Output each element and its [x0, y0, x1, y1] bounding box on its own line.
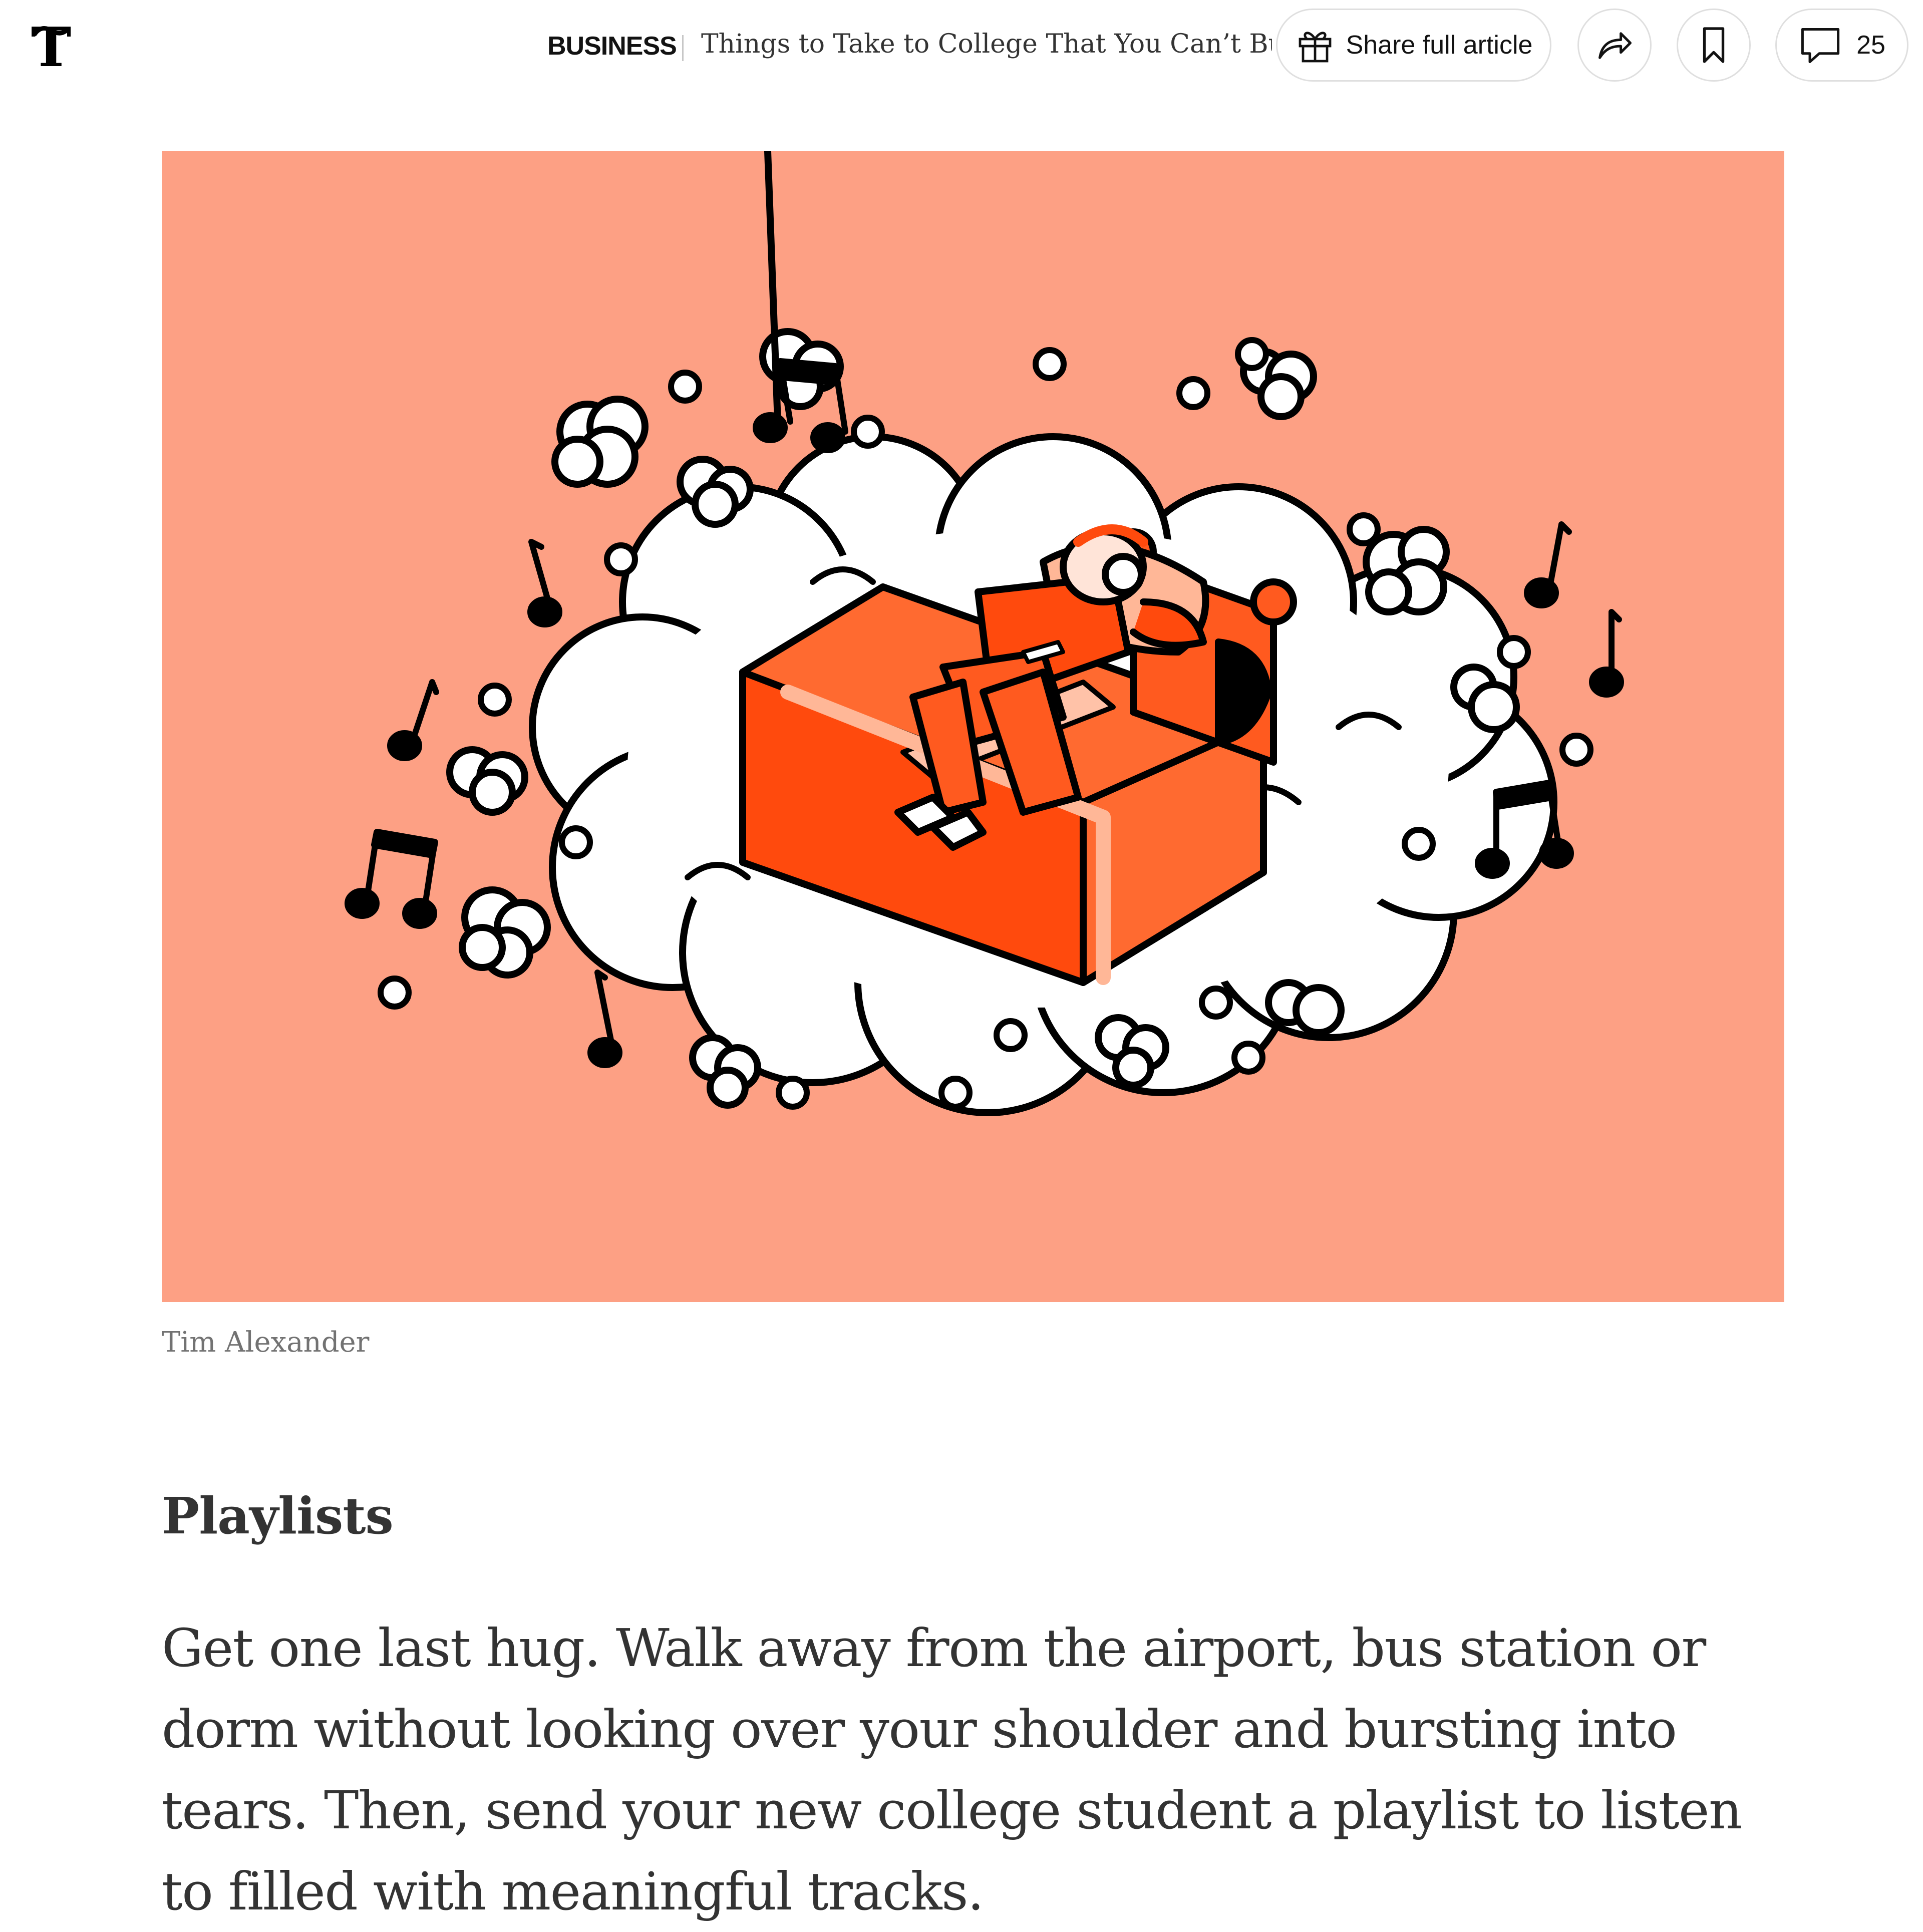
share-full-article-label: Share full article — [1346, 31, 1533, 60]
comment-bubble-icon — [1801, 28, 1840, 64]
divider — [682, 35, 684, 61]
share-button[interactable] — [1577, 9, 1652, 82]
gift-icon — [1299, 32, 1331, 63]
bookmark-icon — [1703, 27, 1725, 63]
comments-count: 25 — [1856, 31, 1885, 60]
article-paragraph: Get one last hug. Walk away from the air… — [162, 1618, 1742, 1922]
top-bar: T BUSINESS Things to Take to College Tha… — [0, 0, 1923, 95]
share-full-article-button[interactable]: Share full article — [1276, 9, 1551, 82]
save-button[interactable] — [1677, 9, 1751, 82]
illustration-person-in-bed-on-cloud-with-music-notes — [345, 151, 1624, 1116]
nyt-t-logo-icon[interactable]: T — [31, 20, 71, 75]
headline: Things to Take to College That You Can’t… — [701, 29, 1272, 59]
share-arrow-icon — [1598, 32, 1632, 59]
section-subhead: Playlists — [162, 1486, 394, 1545]
section-label[interactable]: BUSINESS — [547, 31, 677, 61]
image-credit: Tim Alexander — [162, 1326, 370, 1359]
comments-button[interactable]: 25 — [1775, 9, 1908, 82]
article-illustration — [162, 151, 1784, 1302]
